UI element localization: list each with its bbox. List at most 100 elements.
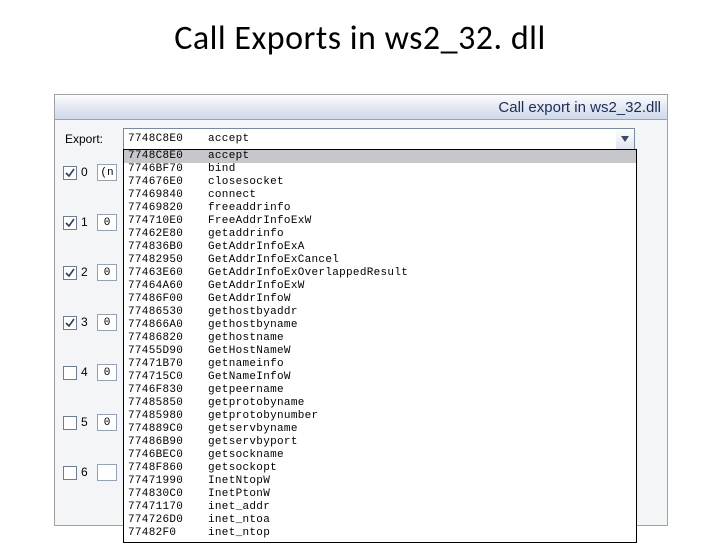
export-option-addr: 77471170: [128, 501, 208, 514]
export-option-addr: 77486F00: [128, 293, 208, 306]
export-option-addr: 774710E0: [128, 215, 208, 228]
export-option-name: GetAddrInfoExOverlappedResult: [208, 267, 408, 280]
export-option-name: FreeAddrInfoExW: [208, 215, 312, 228]
arg-value-box[interactable]: (n: [97, 164, 117, 181]
export-option-name: gethostbyaddr: [208, 306, 298, 319]
arg-value-box[interactable]: 0: [97, 314, 117, 331]
arg-checkbox[interactable]: [63, 366, 77, 380]
export-option-addr: 77486530: [128, 306, 208, 319]
export-option[interactable]: 77486B90getservbyport: [124, 436, 636, 449]
arg-checkbox[interactable]: [63, 416, 77, 430]
arg-value-box[interactable]: 0: [97, 364, 117, 381]
arg-checkbox[interactable]: [63, 316, 77, 330]
export-option[interactable]: 77471170inet_addr: [124, 501, 636, 514]
export-option-name: inet_addr: [208, 501, 270, 514]
export-option[interactable]: 7748F860getsockopt: [124, 462, 636, 475]
export-option-addr: 77485850: [128, 397, 208, 410]
arg-index: 0: [81, 165, 93, 179]
export-option-name: freeaddrinfo: [208, 202, 291, 215]
arg-value-box[interactable]: 0: [97, 414, 117, 431]
export-option-addr: 774866A0: [128, 319, 208, 332]
export-option[interactable]: 77469840connect: [124, 189, 636, 202]
export-option-addr: 774715C0: [128, 371, 208, 384]
export-selected-name: accept: [208, 133, 249, 145]
export-option[interactable]: 774710E0FreeAddrInfoExW: [124, 215, 636, 228]
arg-row: 0 (n: [63, 164, 121, 214]
export-option-name: getprotobyname: [208, 397, 305, 410]
export-option-addr: 77455D90: [128, 345, 208, 358]
export-option-addr: 77462E80: [128, 228, 208, 241]
arg-row: 50: [63, 414, 121, 464]
export-option[interactable]: 77486820gethostname: [124, 332, 636, 345]
arg-index: 2: [81, 265, 93, 279]
arg-index: 4: [81, 365, 93, 379]
export-option[interactable]: 77462E80getaddrinfo: [124, 228, 636, 241]
export-option-name: getservbyport: [208, 436, 298, 449]
export-option[interactable]: 77482F0inet_ntop: [124, 527, 636, 540]
export-option-addr: 77464A60: [128, 280, 208, 293]
export-option-addr: 774836B0: [128, 241, 208, 254]
export-option[interactable]: 77464A60GetAddrInfoExW: [124, 280, 636, 293]
export-option-addr: 7746F830: [128, 384, 208, 397]
export-option-name: GetAddrInfoExCancel: [208, 254, 339, 267]
arg-column: 0(n10203040506: [63, 164, 121, 514]
export-option[interactable]: 7746BEC0getsockname: [124, 449, 636, 462]
export-option[interactable]: 77485980getprotobynumber: [124, 410, 636, 423]
arg-checkbox[interactable]: [63, 466, 77, 480]
export-option-addr: 774830C0: [128, 488, 208, 501]
export-option-addr: 7746BEC0: [128, 449, 208, 462]
export-option-name: inet_ntoa: [208, 514, 270, 527]
export-option[interactable]: 774676E0closesocket: [124, 176, 636, 189]
export-option-name: GetAddrInfoExW: [208, 280, 305, 293]
export-option-name: getaddrinfo: [208, 228, 284, 241]
export-option-addr: 7748C8E0: [128, 150, 208, 163]
export-option[interactable]: 774715C0GetNameInfoW: [124, 371, 636, 384]
arg-value-box[interactable]: 0: [97, 264, 117, 281]
export-option-name: InetPtonW: [208, 488, 270, 501]
export-option[interactable]: 77486530gethostbyaddr: [124, 306, 636, 319]
export-option-addr: 774889C0: [128, 423, 208, 436]
export-option-name: GetAddrInfoExA: [208, 241, 305, 254]
slide-title: Call Exports in ws2_32. dll: [0, 0, 720, 65]
export-option[interactable]: 774866A0gethostbyname: [124, 319, 636, 332]
arg-value-box[interactable]: [97, 464, 117, 481]
export-option-name: getpeername: [208, 384, 284, 397]
export-option[interactable]: 774830C0InetPtonW: [124, 488, 636, 501]
export-option[interactable]: 77486F00GetAddrInfoW: [124, 293, 636, 306]
export-option-name: getnameinfo: [208, 358, 284, 371]
export-option-name: getprotobynumber: [208, 410, 318, 423]
export-option[interactable]: 77485850getprotobyname: [124, 397, 636, 410]
export-option[interactable]: 77463E60GetAddrInfoExOverlappedResult: [124, 267, 636, 280]
arg-checkbox[interactable]: [63, 266, 77, 280]
arg-checkbox[interactable]: [63, 166, 77, 180]
dialog-window: Call export in ws2_32.dll Export: 7748C8…: [54, 94, 668, 526]
export-option[interactable]: 77482950GetAddrInfoExCancel: [124, 254, 636, 267]
arg-value-box[interactable]: 0: [97, 214, 117, 231]
export-option[interactable]: 77455D90GetHostNameW: [124, 345, 636, 358]
export-option[interactable]: 7748C8E0accept: [124, 150, 636, 163]
export-option[interactable]: 774889C0getservbyname: [124, 423, 636, 436]
export-option[interactable]: 774726D0inet_ntoa: [124, 514, 636, 527]
export-combobox[interactable]: 7748C8E0 accept: [123, 128, 626, 150]
export-option-name: GetAddrInfoW: [208, 293, 291, 306]
export-option-addr: 77471990: [128, 475, 208, 488]
export-dropdown-list[interactable]: 7748C8E0accept7746BF70bind774676E0closes…: [123, 149, 637, 543]
dropdown-arrow-icon[interactable]: [616, 128, 635, 150]
arg-checkbox[interactable]: [63, 216, 77, 230]
export-option-addr: 77471B70: [128, 358, 208, 371]
export-option-addr: 774726D0: [128, 514, 208, 527]
export-option[interactable]: 77471B70getnameinfo: [124, 358, 636, 371]
export-option[interactable]: 77471990InetNtopW: [124, 475, 636, 488]
export-option-name: gethostname: [208, 332, 284, 345]
export-option[interactable]: 7746BF70bind: [124, 163, 636, 176]
window-title: Call export in ws2_32.dll: [498, 99, 661, 116]
export-option-addr: 774676E0: [128, 176, 208, 189]
arg-index: 1: [81, 215, 93, 229]
export-option-addr: 77463E60: [128, 267, 208, 280]
export-option[interactable]: 774836B0GetAddrInfoExA: [124, 241, 636, 254]
export-option[interactable]: 7746F830getpeername: [124, 384, 636, 397]
arg-row: 6: [63, 464, 121, 514]
export-selected-addr: 7748C8E0: [128, 133, 208, 145]
export-option[interactable]: 77469820freeaddrinfo: [124, 202, 636, 215]
export-option-name: inet_ntop: [208, 527, 270, 540]
